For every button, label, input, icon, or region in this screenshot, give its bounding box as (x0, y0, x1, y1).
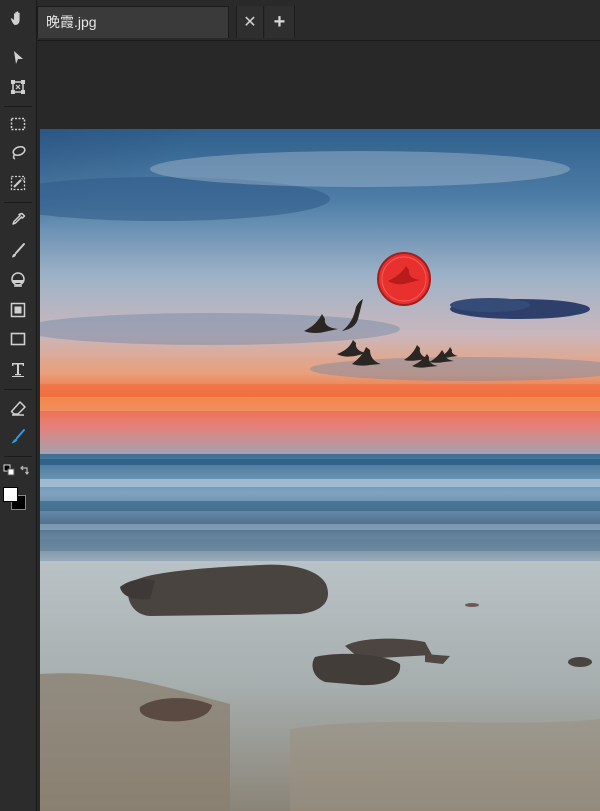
document-tab[interactable]: 晚霞.jpg (37, 6, 229, 38)
text-icon (12, 363, 24, 377)
smudge-icon (11, 429, 25, 444)
lasso-tool[interactable] (4, 141, 32, 165)
swap-colors-button[interactable] (17, 462, 33, 478)
smudge-tool[interactable] (4, 425, 32, 449)
divider (4, 456, 32, 457)
rectangle-icon (10, 332, 26, 346)
document-tab-bar: 晚霞.jpg ✕ + (37, 0, 600, 41)
hand-tool[interactable] (4, 6, 32, 30)
hand-icon (10, 11, 20, 25)
magic-wand-icon (10, 175, 26, 191)
eyedropper-icon (12, 212, 26, 225)
close-icon: ✕ (243, 14, 257, 31)
marquee-icon (10, 117, 26, 131)
arrow-cursor-icon (14, 51, 23, 64)
swap-arrows-icon (20, 465, 29, 475)
sunset-seascape-image (40, 129, 600, 811)
eyedropper-tool[interactable] (4, 208, 32, 232)
transform-tool[interactable] (4, 75, 32, 99)
default-colors-icon (3, 464, 15, 476)
foreground-color-swatch[interactable] (3, 487, 18, 502)
lasso-icon (12, 145, 26, 160)
stamp-tool[interactable] (4, 268, 32, 292)
stamp-icon (11, 272, 25, 287)
eraser-icon (10, 401, 26, 416)
fill-icon (10, 302, 26, 318)
document-tab-title: 晚霞.jpg (46, 14, 97, 30)
text-tool[interactable] (4, 357, 32, 381)
close-tab-button[interactable]: ✕ (236, 6, 264, 38)
plus-icon: + (273, 10, 286, 33)
magic-wand-tool[interactable] (4, 171, 32, 195)
fill-tool[interactable] (4, 298, 32, 322)
divider (4, 202, 32, 203)
shape-tool[interactable] (4, 327, 32, 351)
brush-tool[interactable] (4, 239, 32, 263)
eraser-tool[interactable] (4, 396, 32, 420)
select-tool[interactable] (4, 46, 32, 70)
transform-icon (11, 80, 25, 94)
image-canvas[interactable] (40, 129, 600, 811)
marquee-tool[interactable] (4, 112, 32, 136)
new-tab-button[interactable]: + (265, 6, 295, 38)
divider (4, 389, 32, 390)
brush-icon (12, 243, 25, 258)
tool-panel (0, 0, 37, 811)
default-colors-button[interactable] (1, 462, 17, 478)
divider (4, 106, 32, 107)
